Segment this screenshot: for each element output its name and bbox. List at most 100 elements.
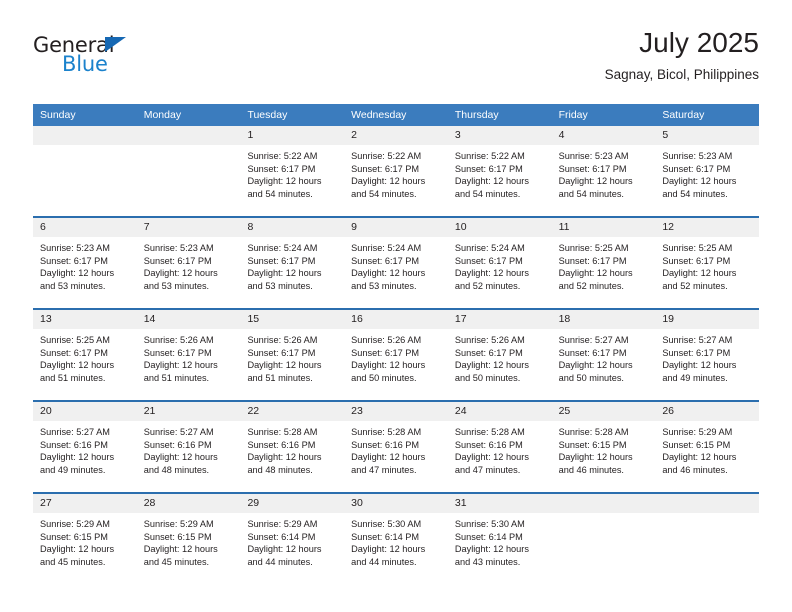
day-number-9[interactable]: 9: [344, 218, 448, 237]
day-number-3[interactable]: 3: [448, 126, 552, 145]
calendar-week-row: 20 21 22 23 24 25 26 Sunrise: 5:27 AM Sunset: 6:…: [33, 400, 759, 492]
day-number-29[interactable]: 29: [240, 494, 344, 513]
day-number-7[interactable]: 7: [137, 218, 241, 237]
day-number-21[interactable]: 21: [137, 402, 241, 421]
day-number-14[interactable]: 14: [137, 310, 241, 329]
day-cell-20[interactable]: Sunrise: 5:27 AM Sunset: 6:16 PM Daylight:…: [33, 421, 137, 492]
day-detail-band: Sunrise: 5:29 AM Sunset: 6:15 PM Daylight:…: [33, 513, 759, 584]
day-detail-line: Sunset: 6:17 PM: [662, 347, 731, 358]
day-detail-line: Daylight: 12 hours: [454, 176, 529, 187]
day-detail-line: Sunset: 6:16 PM: [454, 439, 523, 450]
day-detail-line: Sunrise: 5:26 AM: [454, 335, 525, 345]
day-cell-4[interactable]: Sunrise: 5:23 AM Sunset: 6:17 PM Daylight:…: [552, 145, 656, 216]
day-cell-14[interactable]: Sunrise: 5:26 AM Sunset: 6:17 PM Daylight:…: [137, 329, 241, 400]
day-detail-line: Sunset: 6:17 PM: [143, 347, 212, 358]
day-detail-line: Daylight: 12 hours: [40, 544, 115, 555]
day-number-12[interactable]: 12: [655, 218, 759, 237]
day-cell-30[interactable]: Sunrise: 5:30 AM Sunset: 6:14 PM Daylight:…: [344, 513, 448, 584]
day-cell-31[interactable]: Sunrise: 5:30 AM Sunset: 6:14 PM Daylight:…: [448, 513, 552, 584]
day-number-8[interactable]: 8: [240, 218, 344, 237]
day-cell-15[interactable]: Sunrise: 5:26 AM Sunset: 6:17 PM Daylight:…: [240, 329, 344, 400]
day-number-27[interactable]: 27: [33, 494, 137, 513]
day-number-11[interactable]: 11: [552, 218, 656, 237]
day-cell-12[interactable]: Sunrise: 5:25 AM Sunset: 6:17 PM Daylight:…: [655, 237, 759, 308]
day-cell-18[interactable]: Sunrise: 5:27 AM Sunset: 6:17 PM Daylight:…: [552, 329, 656, 400]
day-detail-line: Sunrise: 5:26 AM: [351, 335, 422, 345]
day-cell-7[interactable]: Sunrise: 5:23 AM Sunset: 6:17 PM Daylight:…: [137, 237, 241, 308]
day-detail-line: Sunrise: 5:24 AM: [454, 243, 525, 253]
day-number-26[interactable]: 26: [655, 402, 759, 421]
day-number-25[interactable]: 25: [552, 402, 656, 421]
day-cell-11[interactable]: Sunrise: 5:25 AM Sunset: 6:17 PM Daylight:…: [552, 237, 656, 308]
day-number-28[interactable]: 28: [137, 494, 241, 513]
day-detail-line: Sunset: 6:17 PM: [351, 347, 420, 358]
day-cell-22[interactable]: Sunrise: 5:28 AM Sunset: 6:16 PM Daylight:…: [240, 421, 344, 492]
brand-logo[interactable]: General Blue: [33, 34, 233, 86]
day-detail-line: Sunset: 6:14 PM: [454, 531, 523, 542]
day-detail-line: Sunset: 6:16 PM: [40, 439, 108, 450]
day-detail-band: Sunrise: 5:23 AM Sunset: 6:17 PM Daylight:…: [33, 237, 759, 308]
day-detail-line: Daylight: 12 hours: [558, 176, 633, 187]
day-cell-8[interactable]: Sunrise: 5:24 AM Sunset: 6:17 PM Daylight:…: [240, 237, 344, 308]
day-detail-line: Daylight: 12 hours: [454, 452, 529, 463]
day-cell-17[interactable]: Sunrise: 5:26 AM Sunset: 6:17 PM Daylight:…: [448, 329, 552, 400]
day-detail-line: Sunset: 6:15 PM: [40, 531, 108, 542]
day-number-19[interactable]: 19: [655, 310, 759, 329]
day-detail-line: and 48 minutes.: [143, 464, 210, 475]
day-cell-1[interactable]: Sunrise: 5:22 AM Sunset: 6:17 PM Daylight:…: [240, 145, 344, 216]
day-cell-13[interactable]: Sunrise: 5:25 AM Sunset: 6:17 PM Daylight:…: [33, 329, 137, 400]
day-cell-24[interactable]: Sunrise: 5:28 AM Sunset: 6:16 PM Daylight:…: [448, 421, 552, 492]
day-number-13[interactable]: 13: [33, 310, 137, 329]
day-detail-line: and 53 minutes.: [247, 280, 313, 291]
day-detail-line: Sunrise: 5:23 AM: [662, 151, 733, 161]
weekday-header-tuesday: Tuesday: [247, 109, 288, 121]
day-detail-line: Daylight: 12 hours: [351, 544, 426, 555]
day-number-1[interactable]: 1: [240, 126, 344, 145]
day-number-23[interactable]: 23: [344, 402, 448, 421]
day-number-band: 12345: [33, 126, 759, 145]
day-cell-10[interactable]: Sunrise: 5:24 AM Sunset: 6:17 PM Daylight:…: [448, 237, 552, 308]
day-number-30[interactable]: 30: [344, 494, 448, 513]
day-cell-16[interactable]: Sunrise: 5:26 AM Sunset: 6:17 PM Daylight:…: [344, 329, 448, 400]
day-number-6[interactable]: 6: [33, 218, 137, 237]
day-number-16[interactable]: 16: [344, 310, 448, 329]
day-detail-line: and 54 minutes.: [662, 188, 728, 199]
day-cell-19[interactable]: Sunrise: 5:27 AM Sunset: 6:17 PM Daylight:…: [655, 329, 759, 400]
day-number-2[interactable]: 2: [344, 126, 448, 145]
day-detail-line: Sunrise: 5:22 AM: [454, 151, 525, 161]
day-cell-2[interactable]: Sunrise: 5:22 AM Sunset: 6:17 PM Daylight:…: [344, 145, 448, 216]
day-detail-line: Sunset: 6:17 PM: [662, 163, 731, 174]
day-number-24[interactable]: 24: [448, 402, 552, 421]
day-detail-line: and 52 minutes.: [558, 280, 624, 291]
day-cell-3[interactable]: Sunrise: 5:22 AM Sunset: 6:17 PM Daylight:…: [448, 145, 552, 216]
day-cell-5[interactable]: Sunrise: 5:23 AM Sunset: 6:17 PM Daylight:…: [655, 145, 759, 216]
day-cell-21[interactable]: Sunrise: 5:27 AM Sunset: 6:16 PM Daylight:…: [137, 421, 241, 492]
day-detail-line: Daylight: 12 hours: [40, 360, 115, 371]
page-subtitle: Sagnay, Bicol, Philippines: [604, 67, 759, 82]
day-cell-6[interactable]: Sunrise: 5:23 AM Sunset: 6:17 PM Daylight:…: [33, 237, 137, 308]
day-detail-line: Sunrise: 5:23 AM: [143, 243, 214, 253]
day-detail-line: Daylight: 12 hours: [662, 452, 737, 463]
day-cell-29[interactable]: Sunrise: 5:29 AM Sunset: 6:14 PM Daylight:…: [240, 513, 344, 584]
day-cell-26[interactable]: Sunrise: 5:29 AM Sunset: 6:15 PM Daylight:…: [655, 421, 759, 492]
day-cell-25[interactable]: Sunrise: 5:28 AM Sunset: 6:15 PM Daylight:…: [552, 421, 656, 492]
day-number-18[interactable]: 18: [552, 310, 656, 329]
day-detail-line: Daylight: 12 hours: [558, 360, 633, 371]
day-cell-23[interactable]: Sunrise: 5:28 AM Sunset: 6:16 PM Daylight:…: [344, 421, 448, 492]
day-cell-27[interactable]: Sunrise: 5:29 AM Sunset: 6:15 PM Daylight:…: [33, 513, 137, 584]
day-cell-9[interactable]: Sunrise: 5:24 AM Sunset: 6:17 PM Daylight:…: [344, 237, 448, 308]
day-number-31[interactable]: 31: [448, 494, 552, 513]
day-detail-line: Sunrise: 5:25 AM: [662, 243, 733, 253]
day-number-4[interactable]: 4: [552, 126, 656, 145]
day-cell-28[interactable]: Sunrise: 5:29 AM Sunset: 6:15 PM Daylight:…: [137, 513, 241, 584]
weekday-header-row: Sunday Monday Tuesday Wednesday Thursday Frid…: [33, 104, 759, 126]
day-detail-line: Sunset: 6:14 PM: [351, 531, 420, 542]
day-detail-line: and 51 minutes.: [40, 372, 106, 383]
day-number-22[interactable]: 22: [240, 402, 344, 421]
day-number-5[interactable]: 5: [655, 126, 759, 145]
day-number-17[interactable]: 17: [448, 310, 552, 329]
day-number-10[interactable]: 10: [448, 218, 552, 237]
day-number-15[interactable]: 15: [240, 310, 344, 329]
day-detail-line: Daylight: 12 hours: [143, 360, 218, 371]
day-number-20[interactable]: 20: [33, 402, 137, 421]
